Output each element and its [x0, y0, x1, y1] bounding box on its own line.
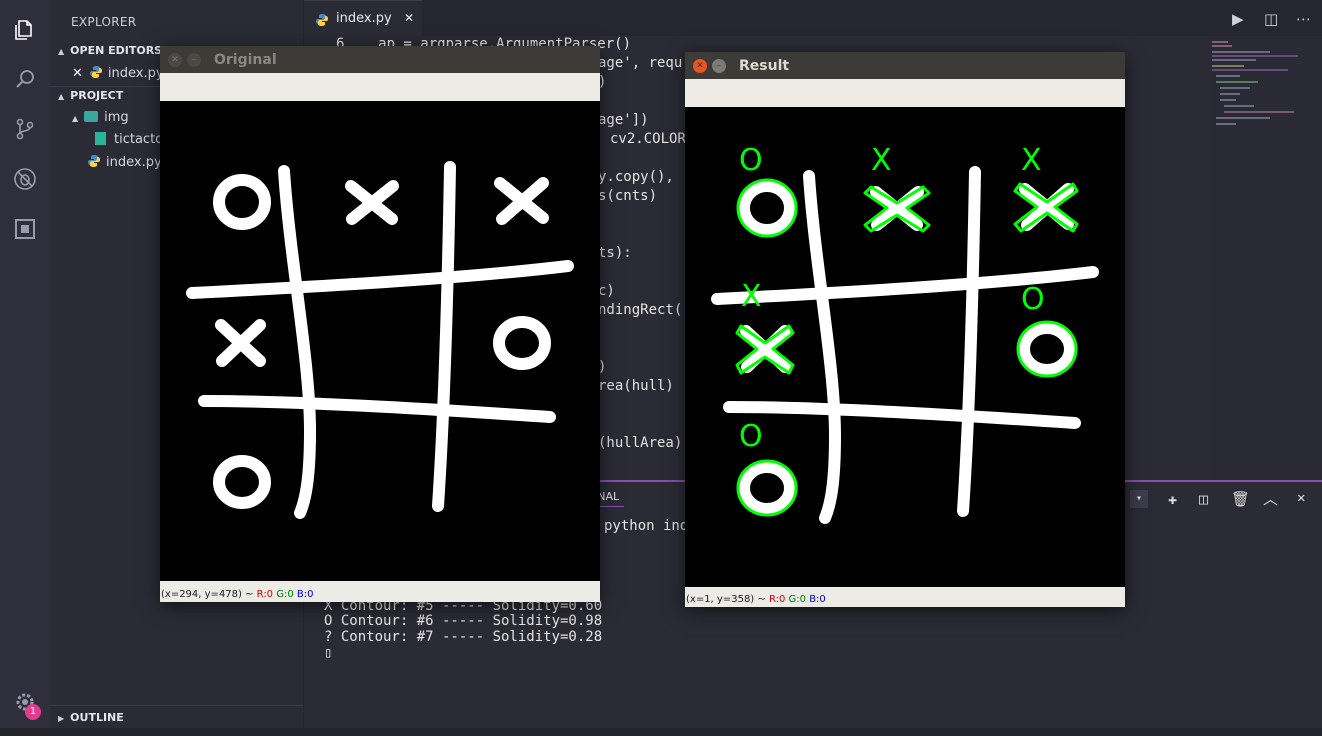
tictactoe-drawing: [186, 161, 574, 519]
code-line: ts):: [598, 245, 632, 261]
project-label: PROJECT: [70, 89, 124, 102]
open-editors-label: OPEN EDITORS: [70, 44, 163, 57]
close-icon[interactable]: ✕: [168, 53, 182, 67]
detection-label: X: [741, 279, 762, 314]
terminal-output-line: ? Contour: #7 ----- Solidity=0.28: [324, 629, 603, 645]
split-terminal-icon[interactable]: ◫: [1199, 490, 1208, 508]
window-statusbar: (x=1, y=358) ~ R:0 G:0 B:0: [685, 587, 1125, 607]
editor-tab-bar: index.py ✕ ▶ ◫ ⋯: [304, 0, 1322, 36]
tictactoe-result-drawing: [711, 166, 1099, 524]
cursor-readout: (x=1, y=358) ~: [686, 594, 769, 605]
source-control-icon[interactable]: [13, 117, 37, 141]
blue-value: B:0: [809, 594, 826, 605]
python-file-icon: [87, 154, 101, 168]
tab-index-py[interactable]: index.py ✕: [304, 0, 422, 36]
notification-badge[interactable]: 1: [25, 704, 41, 720]
blue-value: B:0: [296, 589, 314, 600]
expand-icon: ▲: [58, 92, 65, 101]
close-panel-icon[interactable]: ✕: [1297, 490, 1305, 506]
tab-close-icon[interactable]: ✕: [404, 11, 414, 25]
detection-label: X: [871, 143, 892, 178]
maximize-panel-icon[interactable]: ︿: [1263, 488, 1278, 509]
expand-icon: ▲: [72, 114, 79, 123]
red-value: R:0: [768, 594, 786, 605]
project-section[interactable]: ▲ PROJECT: [58, 89, 123, 102]
close-icon[interactable]: ✕: [72, 66, 83, 81]
code-line: rea(hull): [598, 378, 674, 394]
folder-label: img: [104, 110, 129, 125]
open-editors-section[interactable]: ▲ OPEN EDITORS: [58, 44, 162, 57]
green-value: G:0: [788, 594, 806, 605]
detection-label: O: [739, 143, 763, 178]
terminal-select[interactable]: ▾: [1130, 490, 1148, 508]
folder-img[interactable]: ▲ img: [72, 110, 129, 125]
file-label: index.py: [106, 155, 162, 170]
result-image[interactable]: O X X X O O: [685, 107, 1125, 587]
code-line: age']): [598, 112, 649, 128]
original-window[interactable]: ✕ – Original (x=294, y=478) ~ R:0 G:0 B:…: [160, 46, 600, 602]
result-window[interactable]: ✕ – Result O X X X O O (x=1, y=358) ~ R:…: [685, 52, 1125, 607]
code-line: y.copy(),: [598, 169, 674, 185]
debug-icon[interactable]: [13, 167, 37, 191]
window-title: Original: [214, 52, 277, 68]
file-tictactoe[interactable]: tictacto: [95, 132, 163, 147]
file-label: tictacto: [114, 132, 164, 147]
window-titlebar[interactable]: ✕ – Result: [685, 52, 1125, 80]
extensions-icon[interactable]: [13, 217, 37, 241]
code-line: c): [598, 283, 615, 299]
terminal-command: python ind: [604, 518, 689, 534]
outline-section[interactable]: ▶ OUTLINE: [58, 711, 124, 724]
terminal-output-line: O Contour: #6 ----- Solidity=0.98: [324, 613, 603, 629]
trash-icon[interactable]: 🗑: [1231, 490, 1250, 508]
python-file-icon: [89, 65, 103, 79]
window-titlebar[interactable]: ✕ – Original: [160, 46, 600, 74]
collapse-icon: ▶: [58, 714, 65, 723]
window-toolbar: [160, 73, 600, 101]
window-statusbar: (x=294, y=478) ~ R:0 G:0 B:0: [160, 581, 600, 602]
minimap[interactable]: [1210, 36, 1322, 480]
code-line: cv2.COLOR: [610, 131, 686, 147]
minimap-preview: [1212, 41, 1298, 125]
original-image[interactable]: [160, 101, 600, 581]
open-editor-item[interactable]: ✕ index.py: [72, 65, 164, 81]
close-icon[interactable]: ✕: [693, 59, 707, 73]
status-bar: [0, 728, 1322, 736]
minimize-icon[interactable]: –: [187, 53, 201, 67]
code-line: age', requ: [598, 55, 683, 71]
minimize-icon[interactable]: –: [712, 59, 726, 73]
detection-label: X: [1021, 143, 1042, 178]
detection-label: O: [739, 419, 763, 454]
green-value: G:0: [276, 589, 294, 600]
red-value: R:0: [256, 589, 274, 600]
expand-icon: ▲: [58, 47, 65, 56]
divider: [50, 705, 303, 706]
detection-label: O: [1021, 282, 1045, 317]
split-editor-icon[interactable]: ◫: [1264, 10, 1278, 28]
python-file-icon: [315, 12, 329, 26]
activity-bar: 1: [0, 0, 50, 736]
open-file-label: index.py: [107, 66, 164, 81]
image-file-icon: [95, 132, 106, 145]
terminal-cursor[interactable]: ▯: [324, 645, 332, 661]
code-line: (hullArea): [598, 435, 683, 451]
code-line: ndingRect(: [598, 302, 683, 318]
window-toolbar: [685, 79, 1125, 107]
explorer-title: EXPLORER: [71, 15, 137, 29]
folder-icon: [84, 111, 99, 122]
window-title: Result: [739, 58, 790, 74]
run-icon[interactable]: ▶: [1232, 10, 1244, 28]
file-index[interactable]: index.py: [87, 154, 162, 170]
more-actions-icon[interactable]: ⋯: [1296, 10, 1311, 28]
code-line: s(cnts): [598, 188, 658, 204]
outline-label: OUTLINE: [70, 711, 124, 724]
search-icon[interactable]: [13, 67, 37, 91]
cursor-readout: (x=294, y=478) ~: [161, 589, 257, 600]
tab-label: index.py: [336, 11, 392, 26]
add-terminal-icon[interactable]: ✚: [1168, 490, 1177, 508]
explorer-icon[interactable]: [13, 18, 37, 42]
